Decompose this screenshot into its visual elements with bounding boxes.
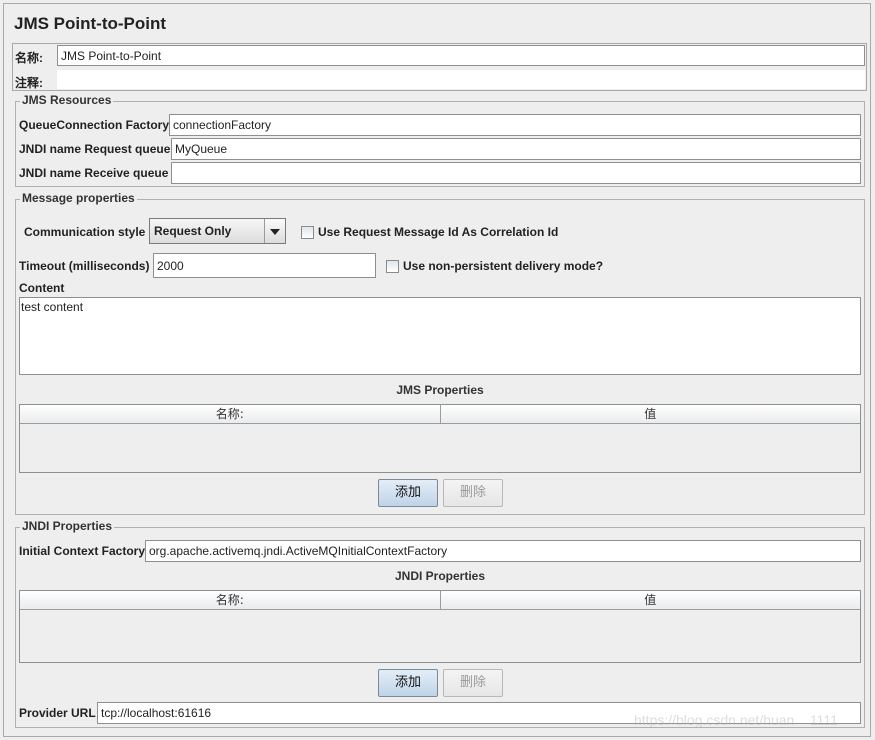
comm-style-select[interactable]: Request Only xyxy=(149,218,286,244)
jndi-properties-header: 名称: 值 xyxy=(20,591,860,610)
delete-jndi-property-button[interactable]: 删除 xyxy=(443,669,503,697)
jms-properties-table[interactable]: 名称: 值 xyxy=(19,404,861,473)
add-jndi-property-button[interactable]: 添加 xyxy=(378,669,438,697)
correlation-checkbox[interactable] xyxy=(301,226,314,239)
provider-url-label: Provider URL xyxy=(19,706,96,720)
jndi-properties-legend: JNDI Properties xyxy=(20,519,115,533)
message-properties-legend: Message properties xyxy=(20,191,137,205)
comment-field[interactable] xyxy=(57,70,865,89)
timeout-field[interactable]: 2000 xyxy=(153,253,376,278)
name-label: 名称: xyxy=(15,51,43,65)
column-header-name[interactable]: 名称: xyxy=(20,591,441,610)
watermark: https://blog.csdn.net/huan__1111 xyxy=(634,712,838,728)
initial-context-field[interactable]: org.apache.activemq.jndi.ActiveMQInitial… xyxy=(145,540,861,562)
correlation-label: Use Request Message Id As Correlation Id xyxy=(318,225,559,239)
panel-title: JMS Point-to-Point xyxy=(14,14,167,33)
request-queue-label: JNDI name Request queue xyxy=(19,142,171,156)
jms-properties-title: JMS Properties xyxy=(396,383,484,397)
chevron-down-icon[interactable] xyxy=(264,219,285,243)
jms-resources-legend: JMS Resources xyxy=(20,93,114,107)
comm-style-label: Communication style xyxy=(24,225,146,239)
column-header-name[interactable]: 名称: xyxy=(20,405,441,424)
comm-style-value: Request Only xyxy=(154,224,232,238)
add-jms-property-button[interactable]: 添加 xyxy=(378,479,438,507)
timeout-label: Timeout (milliseconds) xyxy=(19,259,150,273)
comment-label: 注释: xyxy=(15,76,43,90)
initial-context-label: Initial Context Factory xyxy=(19,544,146,558)
receive-queue-label: JNDI name Receive queue xyxy=(19,166,169,180)
non-persistent-label: Use non-persistent delivery mode? xyxy=(403,259,604,273)
queue-factory-label: QueueConnection Factory xyxy=(19,118,170,132)
receive-queue-field[interactable] xyxy=(171,162,861,184)
content-label: Content xyxy=(19,281,65,295)
non-persistent-checkbox[interactable] xyxy=(386,260,399,273)
queue-factory-field[interactable]: connectionFactory xyxy=(169,114,861,136)
jndi-properties-title: JNDI Properties xyxy=(394,569,486,583)
column-header-value[interactable]: 值 xyxy=(440,405,860,424)
name-field[interactable]: JMS Point-to-Point xyxy=(57,45,865,66)
content-textarea[interactable]: test content xyxy=(19,297,861,375)
jndi-properties-table[interactable]: 名称: 值 xyxy=(19,590,861,663)
column-header-value[interactable]: 值 xyxy=(440,591,860,610)
jms-properties-header: 名称: 值 xyxy=(20,405,860,424)
request-queue-field[interactable]: MyQueue xyxy=(171,138,861,160)
delete-jms-property-button[interactable]: 删除 xyxy=(443,479,503,507)
